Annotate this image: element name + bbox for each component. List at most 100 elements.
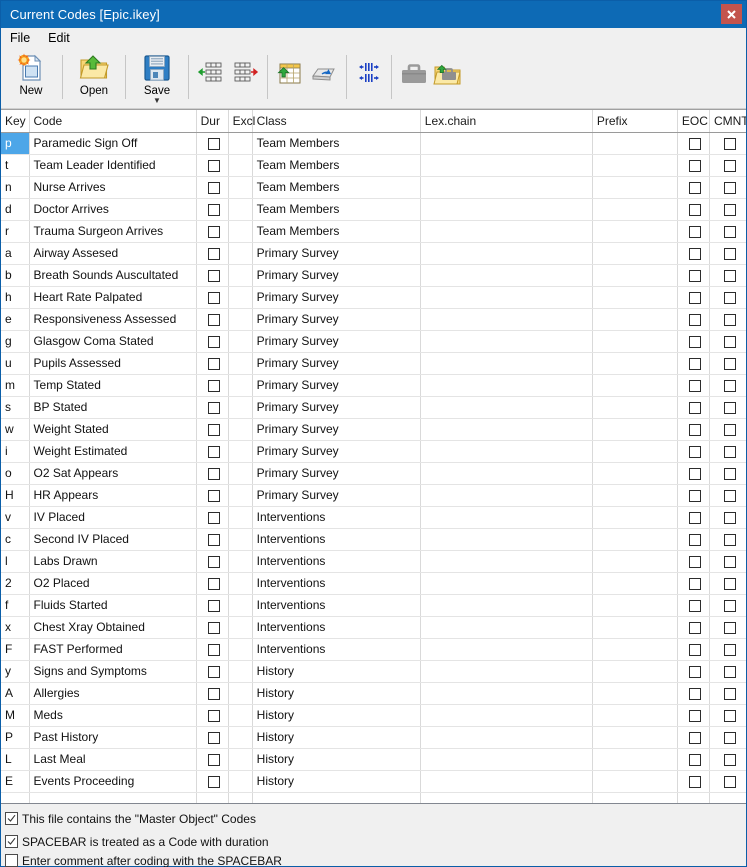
cell-dur-cell[interactable] — [196, 770, 229, 793]
checkbox-icon[interactable] — [724, 291, 737, 304]
cell-code[interactable]: Airway Assesed — [29, 242, 197, 265]
table-row[interactable]: x Chest Xray Obtained Interventions — [1, 616, 746, 639]
checkbox-icon[interactable] — [724, 753, 737, 766]
cell-excl[interactable] — [228, 176, 253, 199]
cell-eoc-cell[interactable] — [677, 616, 710, 639]
cell-lexchain[interactable] — [420, 550, 593, 573]
cell-class[interactable]: History — [252, 726, 421, 749]
cell-key[interactable]: E — [1, 770, 30, 793]
cell-dur-cell[interactable] — [196, 506, 229, 529]
table-row[interactable]: t Team Leader Identified Team Members — [1, 154, 746, 177]
checkbox-icon[interactable] — [208, 599, 221, 612]
empty-cell[interactable] — [677, 792, 710, 803]
cell-class[interactable]: Primary Survey — [252, 374, 421, 397]
cell-key[interactable]: f — [1, 594, 30, 617]
cell-class[interactable]: Primary Survey — [252, 396, 421, 419]
table-row[interactable]: i Weight Estimated Primary Survey — [1, 440, 746, 463]
empty-cell[interactable] — [228, 792, 253, 803]
checkbox-icon[interactable] — [724, 423, 737, 436]
cell-eoc-cell[interactable] — [677, 352, 710, 375]
cell-excl[interactable] — [228, 154, 253, 177]
cell-lexchain[interactable] — [420, 572, 593, 595]
cell-lexchain[interactable] — [420, 242, 593, 265]
table-row[interactable]: E Events Proceeding History — [1, 770, 746, 793]
cell-cmnt-cell[interactable] — [709, 330, 746, 353]
cell-cmnt-cell[interactable] — [709, 660, 746, 683]
checkbox-icon[interactable] — [689, 379, 702, 392]
column-eoc[interactable]: EOC — [677, 110, 710, 133]
cell-key[interactable]: b — [1, 264, 30, 287]
cell-excl[interactable] — [228, 198, 253, 221]
cell-code[interactable]: Events Proceeding — [29, 770, 197, 793]
cell-class[interactable]: History — [252, 682, 421, 705]
empty-cell[interactable] — [709, 792, 746, 803]
cell-lexchain[interactable] — [420, 286, 593, 309]
checkbox-icon[interactable] — [724, 137, 737, 150]
cell-cmnt-cell[interactable] — [709, 198, 746, 221]
empty-cell[interactable] — [252, 792, 421, 803]
cell-cmnt-cell[interactable] — [709, 396, 746, 419]
cell-lexchain[interactable] — [420, 594, 593, 617]
checkbox-icon[interactable] — [724, 643, 737, 656]
cell-cmnt-cell[interactable] — [709, 638, 746, 661]
cell-eoc-cell[interactable] — [677, 396, 710, 419]
cell-code[interactable]: Labs Drawn — [29, 550, 197, 573]
table-row[interactable]: F FAST Performed Interventions — [1, 638, 746, 661]
cell-lexchain[interactable] — [420, 330, 593, 353]
cell-prefix[interactable] — [592, 220, 678, 243]
cell-dur-cell[interactable] — [196, 660, 229, 683]
cell-code[interactable]: Meds — [29, 704, 197, 727]
cell-eoc-cell[interactable] — [677, 506, 710, 529]
checkbox-icon[interactable] — [724, 357, 737, 370]
cell-class[interactable]: Team Members — [252, 220, 421, 243]
table-row[interactable]: d Doctor Arrives Team Members — [1, 198, 746, 221]
checkbox-icon[interactable] — [208, 225, 221, 238]
cell-class[interactable]: Primary Survey — [252, 286, 421, 309]
cell-prefix[interactable] — [592, 660, 678, 683]
checkbox-icon[interactable] — [724, 731, 737, 744]
cell-key[interactable]: o — [1, 462, 30, 485]
cell-lexchain[interactable] — [420, 198, 593, 221]
cell-class[interactable]: Primary Survey — [252, 462, 421, 485]
cell-prefix[interactable] — [592, 616, 678, 639]
cell-class[interactable]: Primary Survey — [252, 418, 421, 441]
checkbox-icon[interactable] — [208, 489, 221, 502]
cell-lexchain[interactable] — [420, 374, 593, 397]
cell-dur-cell[interactable] — [196, 374, 229, 397]
cell-excl[interactable] — [228, 594, 253, 617]
checkbox-icon[interactable] — [689, 665, 702, 678]
cell-code[interactable]: Signs and Symptoms — [29, 660, 197, 683]
table-row[interactable]: c Second IV Placed Interventions — [1, 528, 746, 551]
column-cmnt[interactable]: CMNT — [709, 110, 746, 133]
checkbox-icon[interactable] — [724, 511, 737, 524]
cell-prefix[interactable] — [592, 506, 678, 529]
column-lexchain[interactable]: Lex.chain — [420, 110, 593, 133]
table-row[interactable]: s BP Stated Primary Survey — [1, 396, 746, 419]
cell-excl[interactable] — [228, 748, 253, 771]
cell-code[interactable]: Pupils Assessed — [29, 352, 197, 375]
cell-key[interactable]: c — [1, 528, 30, 551]
checkbox-icon[interactable] — [724, 489, 737, 502]
cell-class[interactable]: Interventions — [252, 550, 421, 573]
cell-key[interactable]: x — [1, 616, 30, 639]
table-row[interactable]: b Breath Sounds Auscultated Primary Survey — [1, 264, 746, 287]
menu-file[interactable]: File — [1, 29, 39, 48]
cell-dur-cell[interactable] — [196, 528, 229, 551]
cell-code[interactable]: Paramedic Sign Off — [29, 132, 197, 155]
cell-class[interactable]: History — [252, 748, 421, 771]
open-toolbox-button[interactable] — [431, 53, 465, 99]
option-master-object-codes[interactable]: This file contains the "Master Object" C… — [5, 809, 746, 828]
cell-excl[interactable] — [228, 550, 253, 573]
checkbox-icon[interactable] — [208, 313, 221, 326]
checkbox-icon[interactable] — [724, 577, 737, 590]
cell-cmnt-cell[interactable] — [709, 704, 746, 727]
option-spacebar-duration[interactable]: SPACEBAR is treated as a Code with durat… — [5, 832, 746, 851]
cell-code[interactable]: O2 Placed — [29, 572, 197, 595]
checkbox-icon[interactable] — [724, 709, 737, 722]
cell-dur-cell[interactable] — [196, 616, 229, 639]
table-row[interactable]: n Nurse Arrives Team Members — [1, 176, 746, 199]
cell-class[interactable]: Primary Survey — [252, 308, 421, 331]
cell-eoc-cell[interactable] — [677, 682, 710, 705]
cell-lexchain[interactable] — [420, 770, 593, 793]
checkbox-icon[interactable] — [689, 225, 702, 238]
